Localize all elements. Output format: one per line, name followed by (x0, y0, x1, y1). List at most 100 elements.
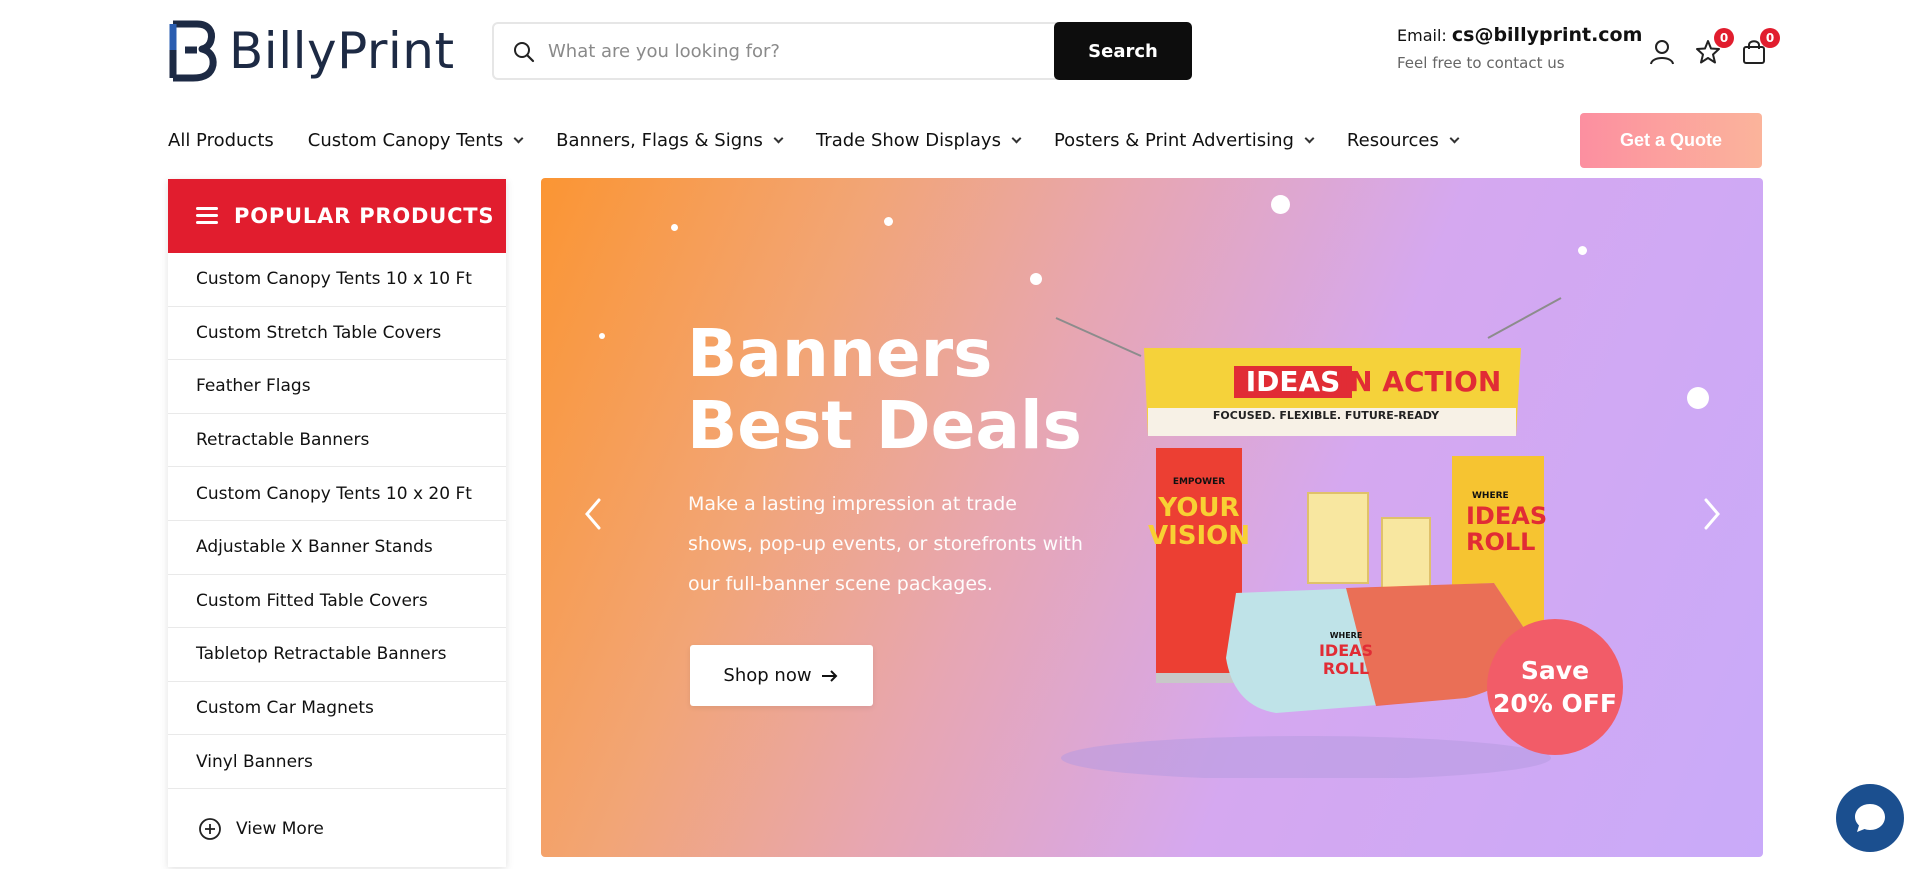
sidebar-item-label: Feather Flags (196, 376, 311, 397)
contact-info: Email: cs@billyprint.com Feel free to co… (1397, 24, 1642, 72)
sidebar-item[interactable]: Custom Canopy Tents 10 x 10 Ft (168, 253, 506, 307)
sidebar-item[interactable]: Custom Car Magnets (168, 682, 506, 736)
nav-posters-print-advertising[interactable]: Posters & Print Advertising (1053, 129, 1315, 151)
search-bar: Search (492, 22, 1192, 80)
nav-label: Posters & Print Advertising (1053, 129, 1294, 151)
sidebar-title: POPULAR PRODUCTS (234, 204, 495, 228)
account-button[interactable] (1648, 38, 1676, 66)
stand-left-top-text: EMPOWER (1173, 477, 1225, 487)
nav-label: All Products (168, 129, 274, 151)
email-address[interactable]: cs@billyprint.com (1452, 24, 1643, 46)
stand-right-main1: IDEAS (1466, 502, 1547, 530)
banner-tagline-text: FOCUSED. FLEXIBLE. FUTURE-READY (1213, 409, 1440, 422)
shop-now-button[interactable]: Shop now (690, 645, 873, 706)
stand-left-main1: YOUR (1157, 493, 1239, 523)
table-main2-text: ROLL (1323, 659, 1369, 678)
table-top-text: WHERE (1330, 631, 1363, 640)
chevron-down-icon (1011, 133, 1022, 143)
banner-ideas-text: IDEAS (1246, 365, 1341, 398)
nav-banners-flags-signs[interactable]: Banners, Flags & Signs (556, 129, 784, 151)
popular-products-sidebar: POPULAR PRODUCTS Custom Canopy Tents 10 … (168, 179, 506, 867)
sidebar-item[interactable]: Custom Canopy Tents 10 x 20 Ft (168, 467, 506, 521)
nav-label: Custom Canopy Tents (307, 129, 504, 151)
nav-label: Banners, Flags & Signs (556, 129, 763, 151)
stand-right-main2: ROLL (1466, 528, 1535, 556)
sidebar-item[interactable]: Adjustable X Banner Stands (168, 521, 506, 575)
stand-left-main2: VISION (1148, 521, 1250, 551)
sidebar-item-label: Vinyl Banners (196, 751, 313, 772)
search-input[interactable] (548, 32, 1048, 70)
decor-dot (884, 217, 893, 226)
hero-title: Banners Best Deals (687, 318, 1082, 462)
sidebar-item-label: Custom Canopy Tents 10 x 10 Ft (196, 269, 472, 290)
chevron-down-icon (1449, 133, 1460, 143)
sidebar-item-label: Custom Car Magnets (196, 698, 374, 719)
decor-dot (671, 224, 678, 231)
nav-all-products[interactable]: All Products (168, 130, 274, 151)
plus-circle-icon (199, 818, 221, 840)
email-label: Email: (1397, 26, 1447, 45)
sidebar-item-label: Adjustable X Banner Stands (196, 537, 433, 558)
banner-in-action-text: IN ACTION (1339, 365, 1502, 398)
table-main1-text: IDEAS (1319, 641, 1373, 660)
nav-custom-canopy-tents[interactable]: Custom Canopy Tents (307, 129, 524, 151)
menu-icon (196, 207, 218, 225)
search-button[interactable]: Search (1054, 22, 1192, 80)
nav-trade-show-displays[interactable]: Trade Show Displays (815, 129, 1022, 151)
sidebar-item[interactable]: Vinyl Banners (168, 735, 506, 789)
stand-right-top-text: WHERE (1472, 491, 1509, 501)
save-badge: Save 20% OFF (1487, 619, 1623, 755)
decor-dot (1030, 273, 1042, 285)
user-icon (1650, 40, 1674, 65)
chevron-down-icon (513, 133, 524, 143)
sidebar-item-label: Custom Canopy Tents 10 x 20 Ft (196, 483, 472, 504)
chevron-down-icon (773, 133, 784, 143)
site-header: BillyPrint Search Email: cs@billyprint.c… (0, 0, 1920, 100)
sidebar-item[interactable]: Retractable Banners (168, 414, 506, 468)
hero-title-line1: Banners (687, 315, 993, 392)
nav-label: Trade Show Displays (815, 129, 1001, 151)
slider-next-arrow-icon[interactable] (1696, 494, 1726, 534)
decor-dot (1578, 246, 1587, 255)
brand-name: BillyPrint (229, 22, 455, 80)
brand-logo[interactable]: BillyPrint (167, 20, 455, 82)
cart-count-badge: 0 (1760, 28, 1780, 48)
search-icon (514, 42, 535, 63)
nav-label: Resources (1346, 129, 1439, 151)
hero-slider: Banners Best Deals Make a lasting impres… (541, 178, 1763, 857)
view-more-link[interactable]: View More (168, 789, 506, 869)
chat-button[interactable] (1836, 784, 1904, 852)
chat-bubble-icon (1855, 804, 1885, 832)
sidebar-item[interactable]: Tabletop Retractable Banners (168, 628, 506, 682)
sidebar-item-label: Tabletop Retractable Banners (196, 644, 447, 665)
hero-title-line2: Best Deals (687, 387, 1082, 464)
save-badge-line1: Save (1520, 656, 1590, 685)
contact-email-line: Email: cs@billyprint.com (1397, 24, 1642, 46)
wishlist-count-badge: 0 (1714, 28, 1734, 48)
logo-mark-icon (167, 20, 219, 82)
sidebar-item-label: Custom Fitted Table Covers (196, 590, 428, 611)
get-quote-button[interactable]: Get a Quote (1580, 113, 1762, 168)
sidebar-item-label: Retractable Banners (196, 430, 370, 451)
sidebar-item-label: Custom Stretch Table Covers (196, 322, 442, 343)
shop-now-label: Shop now (723, 665, 812, 686)
arrow-right-icon (821, 669, 837, 682)
sidebar-header[interactable]: POPULAR PRODUCTS (168, 179, 506, 253)
save-badge-line2: 20% OFF (1493, 689, 1617, 718)
decor-dot (599, 333, 605, 339)
chevron-down-icon (1304, 133, 1315, 143)
contact-subtitle: Feel free to contact us (1397, 54, 1565, 72)
wishlist-button[interactable]: 0 (1694, 28, 1734, 66)
decor-dot (1271, 195, 1290, 214)
sidebar-item[interactable]: Custom Fitted Table Covers (168, 575, 506, 629)
banner-display-illustration: IDEAS IN ACTION FOCUSED. FLEXIBLE. FUTUR… (1055, 297, 1562, 778)
sidebar-item[interactable]: Feather Flags (168, 360, 506, 414)
hero-description: Make a lasting impression at trade shows… (688, 493, 1083, 595)
nav-resources[interactable]: Resources (1346, 129, 1460, 151)
slider-prev-arrow-icon[interactable] (579, 494, 609, 534)
sidebar-item[interactable]: Custom Stretch Table Covers (168, 307, 506, 361)
main-nav: All Products Custom Canopy Tents Banners… (168, 118, 1492, 162)
cart-button[interactable]: 0 (1740, 28, 1780, 66)
view-more-label: View More (236, 818, 324, 839)
decor-dot (1687, 387, 1709, 409)
